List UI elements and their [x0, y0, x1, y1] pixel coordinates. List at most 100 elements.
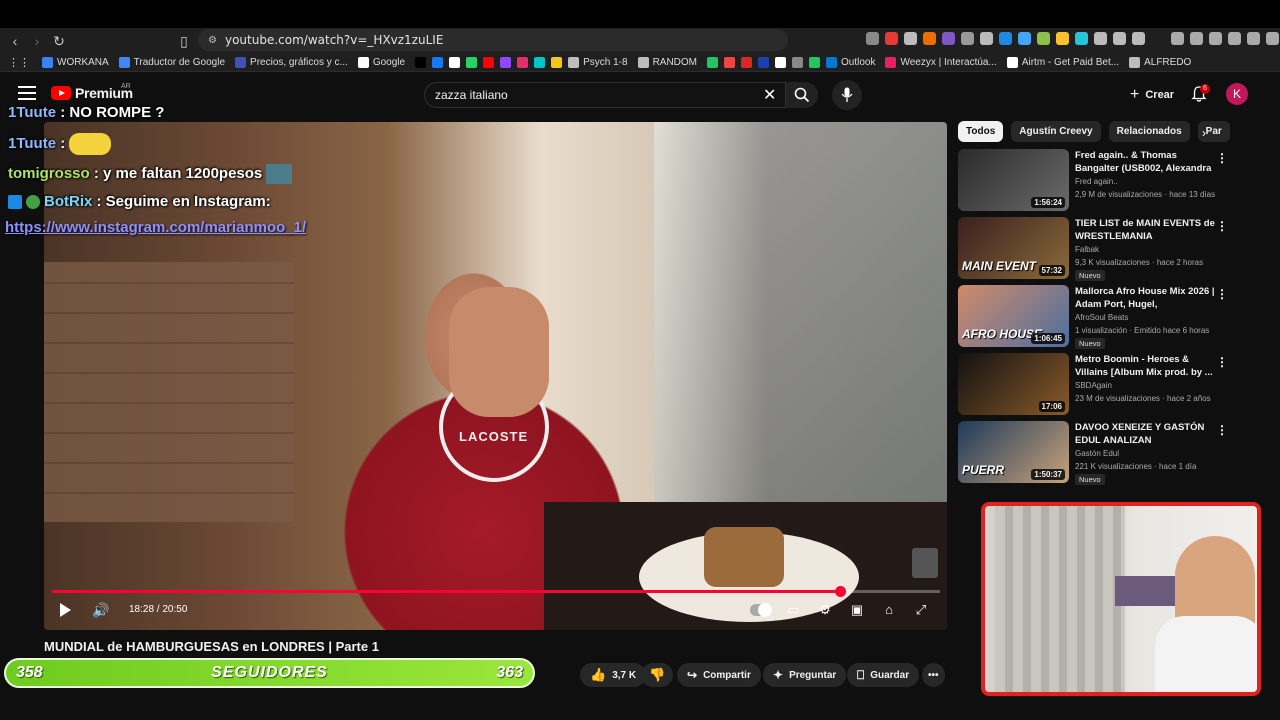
ask-button[interactable]: ✦ Preguntar	[763, 663, 847, 687]
bookmark-icon[interactable]: ▯	[173, 30, 195, 52]
extension-icon[interactable]	[866, 32, 879, 45]
subtitles-icon[interactable]: ▭	[785, 602, 801, 618]
more-options-icon[interactable]: ⋮	[1216, 287, 1228, 301]
clear-search-icon[interactable]: ✕	[763, 85, 776, 105]
more-actions-button[interactable]: •••	[922, 663, 945, 687]
bookmark-item[interactable]	[432, 57, 444, 68]
search-input[interactable]: zazza italiano	[424, 82, 786, 108]
extension-icon[interactable]	[1018, 32, 1031, 45]
share-button[interactable]: ↪ Compartir	[677, 663, 761, 687]
more-options-icon[interactable]: ⋮	[1216, 151, 1228, 165]
extension-icon[interactable]	[980, 32, 993, 45]
bookmark-item[interactable]	[792, 57, 804, 68]
bookmark-item[interactable]	[415, 57, 427, 68]
voice-search-button[interactable]	[832, 80, 862, 110]
extension-icon[interactable]	[942, 32, 955, 45]
bookmark-item[interactable]: Google	[357, 57, 405, 68]
chip-all[interactable]: Todos	[958, 121, 1004, 142]
extension-icon[interactable]	[1113, 32, 1126, 45]
bookmark-item[interactable]	[517, 57, 529, 68]
extension-icon[interactable]	[1075, 32, 1088, 45]
recommendation-title[interactable]: DAVOO XENEIZE Y GASTÓN EDUL ANALIZAN CHA…	[1075, 421, 1215, 447]
recommendation-thumbnail[interactable]: 17:06	[958, 353, 1069, 415]
recommendation-thumbnail[interactable]: MAIN EVENT 57:32	[958, 217, 1069, 279]
recommendation-title[interactable]: Fred again.. & Thomas Bangalter (USB002,…	[1075, 149, 1215, 175]
reading-list-icon[interactable]	[1209, 32, 1222, 45]
extension-icon[interactable]	[1037, 32, 1050, 45]
bookmark-item[interactable]: RANDOM	[637, 57, 697, 68]
extension-icon[interactable]	[885, 32, 898, 45]
bookmark-item[interactable]: Outlook	[826, 57, 875, 68]
more-options-icon[interactable]: ⋮	[1216, 219, 1228, 233]
cast-icon[interactable]: ⌂	[881, 602, 897, 618]
chip-filter[interactable]: Relacionados	[1108, 121, 1190, 142]
recommendation-channel[interactable]: Falbak	[1075, 245, 1099, 254]
extension-icon[interactable]	[1056, 32, 1069, 45]
search-button[interactable]	[786, 82, 818, 108]
chip-filter[interactable]: Agustín Creevy	[1011, 121, 1101, 142]
more-options-icon[interactable]: ⋮	[1216, 423, 1228, 437]
recommendation-thumbnail[interactable]: PUERR 1:50:37	[958, 421, 1069, 483]
recommendation-thumbnail[interactable]: 1:56:24	[958, 149, 1069, 211]
bookmark-item[interactable]	[707, 57, 719, 68]
recommendation-item[interactable]: AFRO HOUSE 1:06:45 Mallorca Afro House Mix…	[958, 285, 1233, 349]
extension-icon[interactable]	[999, 32, 1012, 45]
download-icon[interactable]	[1171, 32, 1184, 45]
address-bar[interactable]: ⚙ youtube.com/watch?v=_HXvz1zuLIE	[198, 29, 788, 51]
bookmark-item[interactable]: Psych 1-8	[568, 57, 628, 68]
apps-icon[interactable]: ⋮⋮	[8, 56, 30, 69]
bookmark-item[interactable]	[551, 57, 563, 68]
create-button[interactable]: + Crear	[1120, 83, 1185, 107]
play-button[interactable]	[58, 603, 72, 617]
bookmark-item[interactable]	[809, 57, 821, 68]
sidebar-icon[interactable]	[1228, 32, 1241, 45]
back-icon[interactable]: ‹	[4, 30, 26, 52]
bookmark-item[interactable]: Weezyx | Interactúa...	[885, 57, 997, 68]
more-options-icon[interactable]: ⋮	[1216, 355, 1228, 369]
recommendation-item[interactable]: 1:56:24 Fred again.. & Thomas Bangalter (…	[958, 149, 1233, 213]
bookmark-item[interactable]	[534, 57, 546, 68]
bookmark-item[interactable]: ALFREDO	[1129, 57, 1191, 68]
autoplay-toggle[interactable]	[750, 603, 772, 617]
recommendation-item[interactable]: MAIN EVENT 57:32 TIER LIST de MAIN EVENTS …	[958, 217, 1233, 281]
save-button[interactable]: ⎕ Guardar	[847, 663, 920, 687]
bookmark-item[interactable]: Traductor de Google	[118, 57, 225, 68]
hamburger-menu-icon[interactable]	[18, 86, 36, 100]
miniplayer-icon[interactable]: ▣	[849, 602, 865, 618]
bookmark-item[interactable]	[483, 57, 495, 68]
recommendation-title[interactable]: TIER LIST de MAIN EVENTS de WRESTLEMANIA	[1075, 217, 1215, 243]
dislike-button[interactable]: 👎	[641, 663, 674, 687]
like-button[interactable]: 👍 3,7 K	[580, 663, 647, 687]
extension-icon[interactable]	[1132, 32, 1145, 45]
progress-bar[interactable]	[52, 586, 940, 597]
bookmark-item[interactable]: WORKANA	[42, 57, 109, 68]
recommendation-channel[interactable]: SBDAgain	[1075, 381, 1112, 390]
recommendation-thumbnail[interactable]: AFRO HOUSE 1:06:45	[958, 285, 1069, 347]
account-avatar[interactable]: K	[1226, 83, 1248, 105]
recommendation-title[interactable]: Metro Boomin - Heroes & Villains [Album …	[1075, 353, 1215, 379]
bookmark-item[interactable]	[741, 57, 753, 68]
recommendation-title[interactable]: Mallorca Afro House Mix 2026 | Adam Port…	[1075, 285, 1215, 311]
extension-icon[interactable]	[1094, 32, 1107, 45]
recommendation-channel[interactable]: Gastón Edul	[1075, 449, 1119, 458]
progress-scrubber[interactable]	[834, 586, 846, 597]
forward-icon[interactable]: ›	[26, 30, 48, 52]
chat-link[interactable]: https://www.instagram.com/marianmoo_1/	[5, 219, 306, 236]
recommendation-channel[interactable]: AfroSoul Beats	[1075, 313, 1128, 322]
channel-watermark[interactable]	[912, 548, 938, 578]
site-info-icon[interactable]: ⚙	[208, 35, 217, 46]
wallet-icon[interactable]	[1247, 32, 1260, 45]
recommendation-item[interactable]: PUERR 1:50:37 DAVOO XENEIZE Y GASTÓN EDUL …	[958, 421, 1233, 485]
bookmark-item[interactable]	[466, 57, 478, 68]
leo-icon[interactable]	[1266, 32, 1279, 45]
media-icon[interactable]	[1190, 32, 1203, 45]
recommendation-channel[interactable]: Fred again..	[1075, 177, 1118, 186]
volume-icon[interactable]: 🔊	[92, 602, 109, 619]
recommendation-item[interactable]: 17:06 Metro Boomin - Heroes & Villains [A…	[958, 353, 1233, 417]
extension-icon[interactable]	[904, 32, 917, 45]
bookmark-item[interactable]: Precios, gráficos y c...	[235, 57, 348, 68]
settings-gear-icon[interactable]: ⚙	[817, 602, 833, 618]
extension-icon[interactable]	[923, 32, 936, 45]
bookmark-item[interactable]	[449, 57, 461, 68]
bookmark-item[interactable]	[775, 57, 787, 68]
